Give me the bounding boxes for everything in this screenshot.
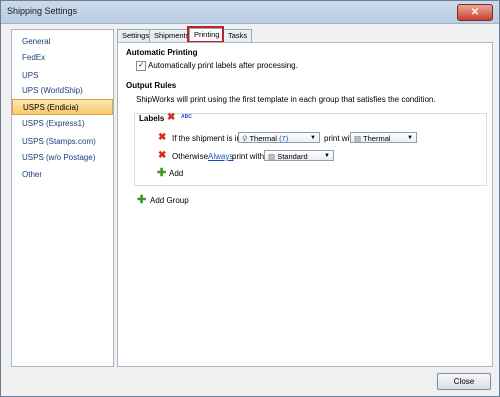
rule2-always-link[interactable]: Always: [208, 152, 233, 161]
window-title: Shipping Settings: [7, 6, 78, 16]
chevron-down-icon: ▼: [324, 153, 330, 159]
rule2-mid: print with: [232, 152, 265, 161]
rule2-template-value: Standard: [277, 152, 308, 161]
chevron-down-icon: ▼: [407, 135, 413, 141]
delete-rule2-icon[interactable]: ✖: [158, 151, 166, 161]
rule1-filter-count: (7): [279, 134, 289, 143]
template-icon: ▤: [268, 152, 276, 161]
sidebar-item-ups[interactable]: UPS: [12, 68, 113, 84]
auto-print-label: Automatically print labels after process…: [148, 61, 298, 70]
output-rules-description: ShipWorks will print using the first tem…: [136, 95, 436, 104]
rule2-template-combo[interactable]: ▤ Standard ▼: [264, 150, 334, 161]
sidebar-item-general[interactable]: General: [12, 34, 113, 50]
add-group-link[interactable]: Add Group: [150, 196, 189, 205]
output-rules-heading: Output Rules: [126, 81, 177, 90]
template-icon: ▤: [354, 134, 362, 143]
tab-highlight-box: [187, 26, 224, 43]
labels-group-title: Labels: [139, 114, 165, 123]
chevron-down-icon: ▼: [310, 135, 316, 141]
sidebar-item-usps-stamps[interactable]: USPS (Stamps.com): [12, 134, 113, 150]
add-group-icon[interactable]: ✚: [137, 195, 146, 206]
rule1-template-value: Thermal: [363, 134, 391, 143]
window-close-button[interactable]: ✕: [457, 4, 493, 21]
sidebar-item-ups-worldship[interactable]: UPS (WorldShip): [12, 83, 113, 99]
filter-icon: ⚲: [242, 134, 248, 143]
rule1-filter-combo[interactable]: ⚲ Thermal (7) ▼: [238, 132, 320, 143]
close-button[interactable]: Close: [437, 373, 491, 390]
sidebar-item-fedex[interactable]: FedEx: [12, 50, 113, 66]
shipping-settings-window: Shipping Settings ✕ General FedEx UPS UP…: [0, 0, 500, 397]
sidebar-item-usps-endicia[interactable]: USPS (Endicia): [12, 99, 113, 115]
printing-panel: Automatic Printing ✓ Automatically print…: [117, 42, 493, 367]
delete-group-icon[interactable]: ✖: [167, 113, 175, 123]
auto-print-checkbox[interactable]: ✓: [136, 61, 146, 71]
tab-tasks[interactable]: Tasks: [223, 29, 253, 42]
sidebar-item-other[interactable]: Other: [12, 167, 113, 183]
sidebar-item-usps-express1[interactable]: USPS (Express1): [12, 116, 113, 132]
rule1-template-combo[interactable]: ▤ Thermal ▼: [350, 132, 417, 143]
rule1-filter-value: Thermal: [249, 134, 277, 143]
title-bar: Shipping Settings ✕: [1, 1, 499, 24]
delete-rule1-icon[interactable]: ✖: [158, 133, 166, 143]
add-rule-icon[interactable]: ✚: [157, 168, 166, 179]
rule2-prefix: Otherwise: [172, 152, 209, 161]
rule1-prefix: If the shipment is in: [172, 134, 241, 143]
provider-list: General FedEx UPS UPS (WorldShip) USPS (…: [11, 29, 114, 367]
add-rule-link[interactable]: Add: [169, 169, 183, 178]
sidebar-item-usps-no-postage[interactable]: USPS (w/o Postage): [12, 150, 113, 166]
auto-printing-heading: Automatic Printing: [126, 48, 198, 57]
rename-abc-icon[interactable]: ABC: [181, 114, 192, 120]
